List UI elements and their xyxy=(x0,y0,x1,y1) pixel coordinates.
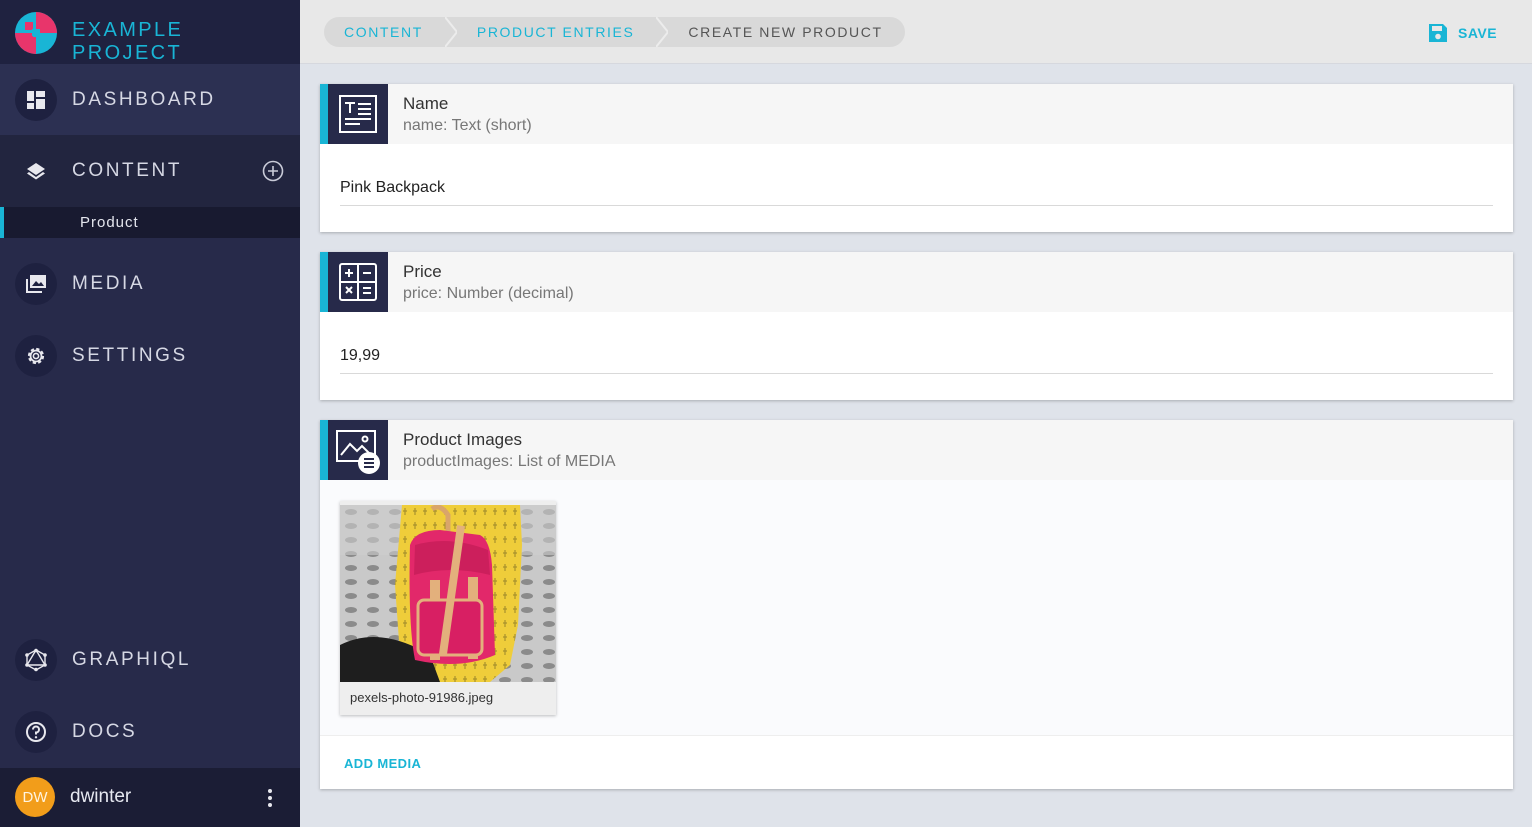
calculator-icon xyxy=(328,252,388,312)
field-card-header: Name name: Text (short) xyxy=(320,84,1513,144)
field-card-product-images: Product Images productImages: List of ME… xyxy=(320,420,1513,789)
sidebar-item-label: DASHBOARD xyxy=(72,89,216,110)
photo-library-icon xyxy=(15,263,57,305)
sidebar-item-label: MEDIA xyxy=(72,273,146,294)
user-name: dwinter xyxy=(70,786,132,807)
sidebar-item-content[interactable]: CONTENT xyxy=(0,135,300,207)
project-logo-icon xyxy=(15,12,57,54)
breadcrumb-item-content[interactable]: CONTENT xyxy=(324,17,445,47)
media-list-icon xyxy=(328,420,388,480)
field-subtitle: name: Text (short) xyxy=(403,117,532,134)
sidebar-subitem-label: Product xyxy=(80,214,139,231)
top-bar: CONTENT PRODUCT ENTRIES CREATE NEW PRODU… xyxy=(300,0,1532,64)
field-card-header: Product Images productImages: List of ME… xyxy=(320,420,1513,480)
sidebar: EXAMPLE PROJECT DASHBOARD CONTENT Produc… xyxy=(0,0,300,827)
sidebar-item-dashboard[interactable]: DASHBOARD xyxy=(0,64,300,136)
breadcrumb-separator-icon xyxy=(444,17,457,47)
field-accent-bar xyxy=(320,420,328,480)
sidebar-subitem-product[interactable]: Product xyxy=(0,207,300,238)
media-item[interactable]: pexels-photo-91986.jpeg xyxy=(340,501,556,715)
more-vert-icon[interactable] xyxy=(262,786,278,810)
sidebar-item-label: CONTENT xyxy=(72,160,183,181)
layers-icon xyxy=(15,150,57,192)
floppy-disk-icon xyxy=(1429,24,1447,42)
sidebar-item-label: DOCS xyxy=(72,721,138,742)
sidebar-item-media[interactable]: MEDIA xyxy=(0,248,300,320)
active-indicator xyxy=(0,207,4,238)
field-subtitle: price: Number (decimal) xyxy=(403,285,574,302)
field-card-price: Price price: Number (decimal) xyxy=(320,252,1513,400)
sidebar-item-settings[interactable]: SETTINGS xyxy=(0,320,300,392)
add-media-button[interactable]: ADD MEDIA xyxy=(344,756,421,771)
sidebar-item-docs[interactable]: DOCS xyxy=(0,696,300,768)
text-field-icon xyxy=(328,84,388,144)
field-subtitle: productImages: List of MEDIA xyxy=(403,453,616,470)
sidebar-item-label: GRAPHIQL xyxy=(72,649,191,670)
user-panel: DW dwinter xyxy=(0,768,300,827)
name-input[interactable] xyxy=(340,170,1493,206)
field-card-header: Price price: Number (decimal) xyxy=(320,252,1513,312)
add-content-icon[interactable] xyxy=(262,160,284,182)
field-title: Price xyxy=(403,262,442,281)
field-accent-bar xyxy=(320,84,328,144)
help-icon xyxy=(15,711,57,753)
dashboard-icon xyxy=(15,79,57,121)
sidebar-item-graphiql[interactable]: GRAPHIQL xyxy=(0,624,300,696)
breadcrumb: CONTENT PRODUCT ENTRIES CREATE NEW PRODU… xyxy=(324,17,905,47)
save-button[interactable]: SAVE xyxy=(1428,23,1497,43)
breadcrumb-item-product-entries[interactable]: PRODUCT ENTRIES xyxy=(457,17,657,47)
field-card-name: Name name: Text (short) xyxy=(320,84,1513,232)
media-filename: pexels-photo-91986.jpeg xyxy=(350,690,494,705)
avatar[interactable]: DW xyxy=(15,777,55,817)
save-label: SAVE xyxy=(1458,25,1498,41)
media-thumbnail xyxy=(340,505,556,682)
project-title: EXAMPLE PROJECT xyxy=(72,19,184,64)
sidebar-item-label: SETTINGS xyxy=(72,345,188,366)
breadcrumb-separator-icon xyxy=(656,17,669,47)
graphql-icon xyxy=(15,639,57,681)
gear-icon xyxy=(15,335,57,377)
media-list: pexels-photo-91986.jpeg xyxy=(320,480,1513,736)
breadcrumb-item-current: CREATE NEW PRODUCT xyxy=(688,24,883,40)
field-accent-bar xyxy=(320,252,328,312)
field-title: Product Images xyxy=(403,430,523,449)
price-input[interactable] xyxy=(340,338,1493,374)
brand-header[interactable]: EXAMPLE PROJECT xyxy=(0,0,300,64)
field-title: Name xyxy=(403,94,449,113)
backpack-photo xyxy=(340,505,556,682)
